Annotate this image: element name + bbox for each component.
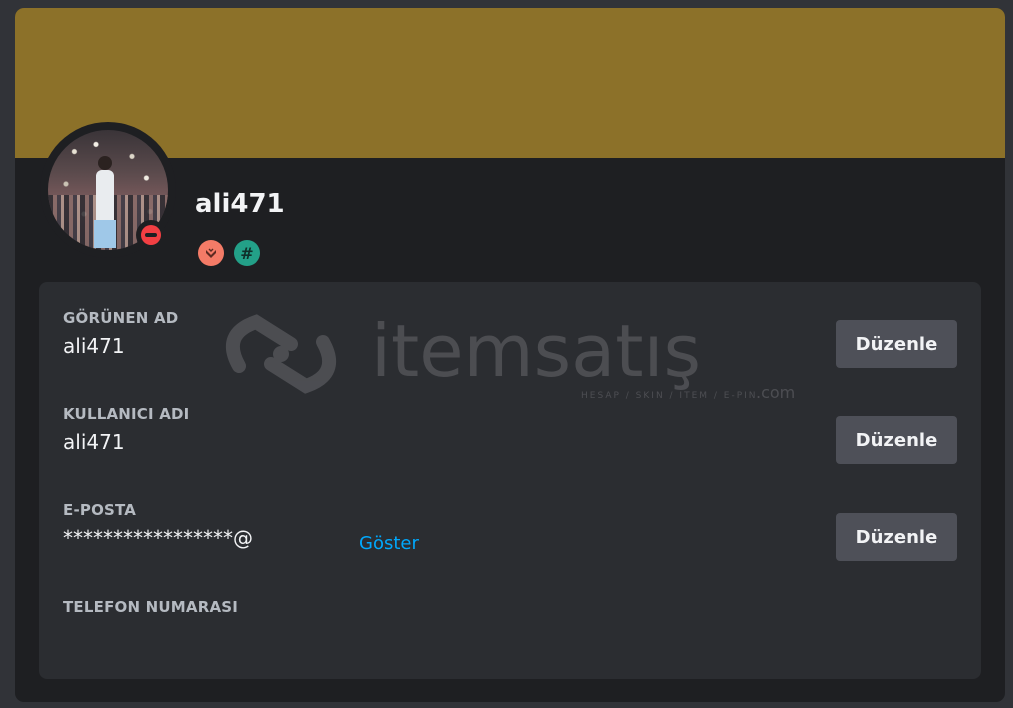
phone-field: TELEFON NUMARASI [63,597,238,617]
edit-username-button[interactable]: Düzenle [836,416,957,464]
itemsatis-watermark-logo: itemsatış HESAP / SKIN / ITEM / E-PIN .c… [225,309,795,402]
account-info-panel: itemsatış HESAP / SKIN / ITEM / E-PIN .c… [39,282,981,679]
username-value: ali471 [63,430,125,454]
email-field: E-POSTA *****************@ [63,500,253,551]
edit-email-button[interactable]: Düzenle [836,513,957,561]
email-value: *****************@ [63,526,253,550]
profile-card: ali471 # itemsatış HESAP / SKIN / ITEM /… [15,8,1005,702]
avatar-image-figure-head [98,156,112,170]
username-label: KULLANICI ADI [63,405,190,423]
profile-username: ali471 [195,189,285,219]
display-name-field: GÖRÜNEN AD ali471 [63,308,178,359]
avatar-container [40,122,176,258]
display-name-label: GÖRÜNEN AD [63,309,179,327]
svg-text:HESAP / SKIN / ITEM / E-PIN: HESAP / SKIN / ITEM / E-PIN [581,391,758,401]
hash-icon[interactable]: # [234,240,260,266]
avatar-image-figure-legs [94,220,116,248]
email-label: E-POSTA [63,501,137,519]
hypesquad-icon[interactable] [198,240,224,266]
svg-text:itemsatış: itemsatış [371,309,701,393]
edit-display-name-button[interactable]: Düzenle [836,320,957,368]
phone-label: TELEFON NUMARASI [63,598,239,616]
avatar-image-figure [96,170,114,222]
status-dnd-icon [136,220,166,250]
display-name-value: ali471 [63,334,125,358]
svg-text:.com: .com [756,383,795,402]
username-field: KULLANICI ADI ali471 [63,404,189,455]
profile-banner [15,8,1005,158]
show-email-link[interactable]: Göster [359,532,419,556]
hash-icon-glyph: # [240,243,254,263]
badge-list: # [198,240,260,266]
